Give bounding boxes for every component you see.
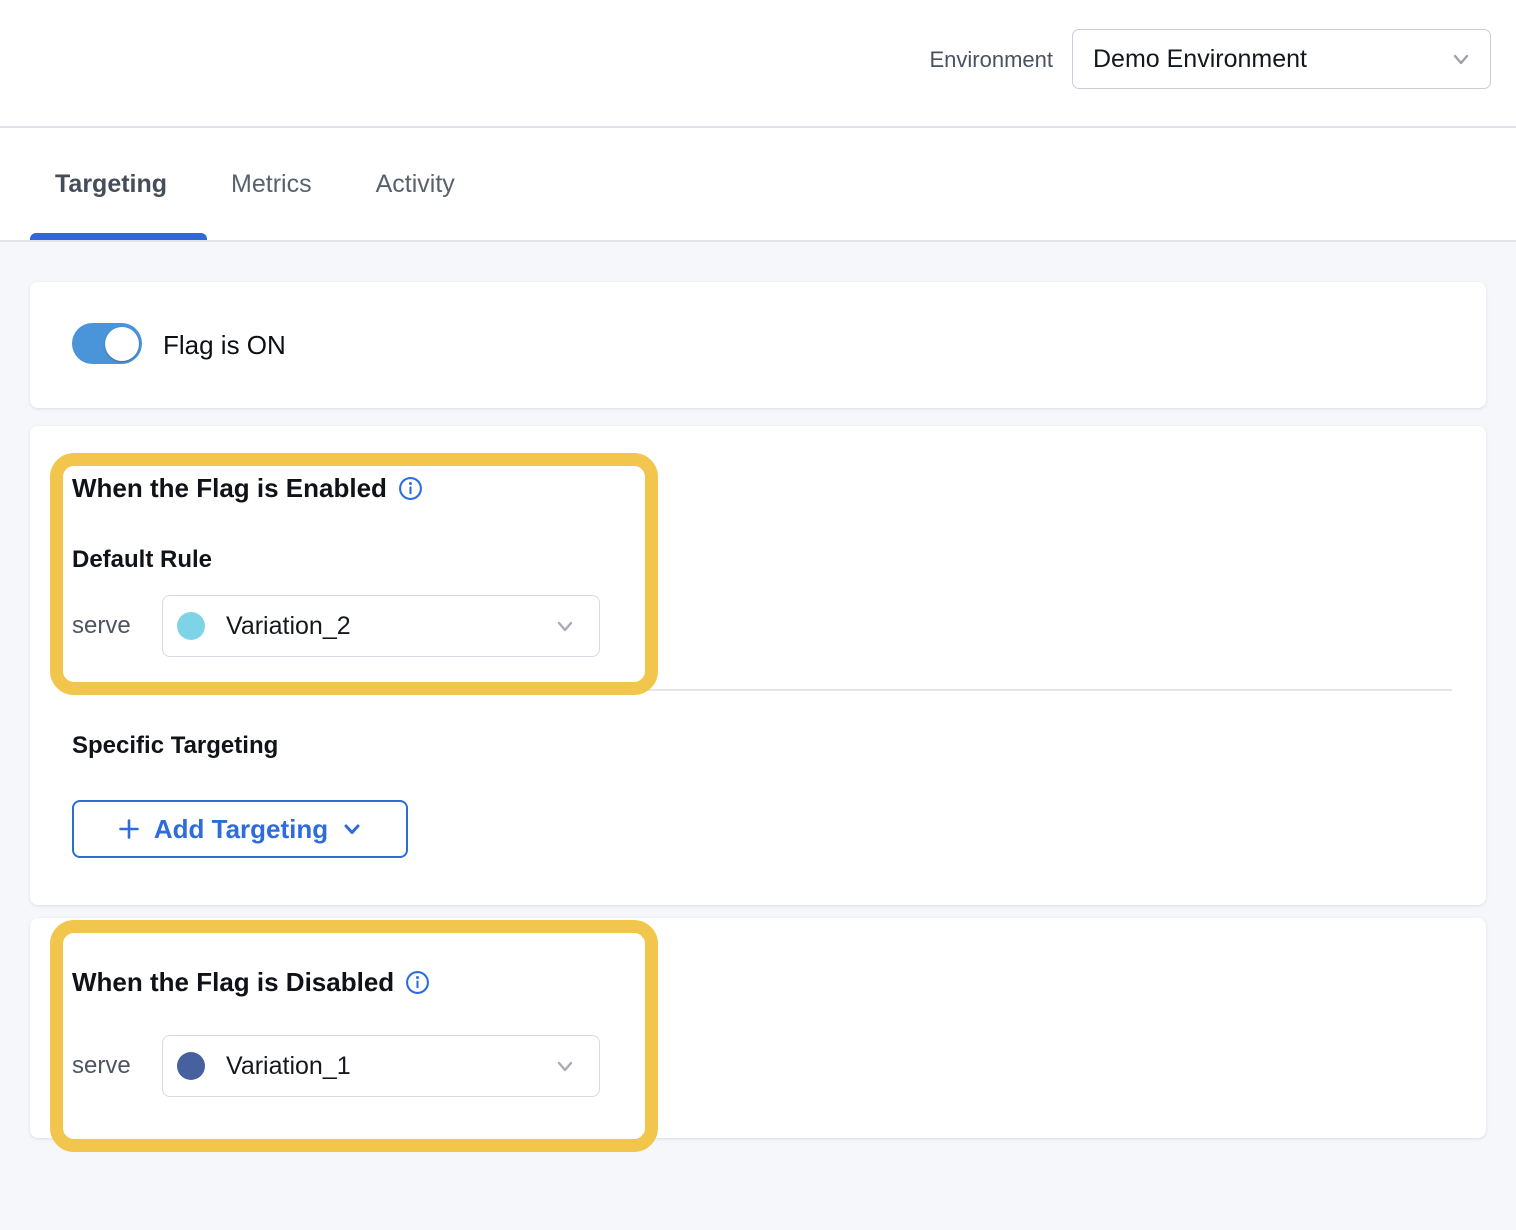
tab-bar: Targeting Metrics Activity (0, 128, 1516, 242)
serve-label: serve (72, 1052, 162, 1080)
environment-select-value: Demo Environment (1093, 45, 1450, 74)
flag-enabled-highlight: When the Flag is Enabled Default Rule se… (50, 453, 658, 695)
tab-activity[interactable]: Activity (376, 170, 455, 199)
flag-enabled-title-row: When the Flag is Enabled (72, 473, 645, 503)
chevron-down-icon (1450, 48, 1472, 70)
chevron-down-icon (553, 1054, 577, 1078)
tab-targeting[interactable]: Targeting (55, 170, 167, 199)
add-targeting-button[interactable]: Add Targeting (72, 800, 408, 858)
disabled-serve-row: serve Variation_1 (72, 1035, 645, 1097)
flag-enabled-title: When the Flag is Enabled (72, 473, 387, 503)
disabled-variation-select[interactable]: Variation_1 (162, 1035, 600, 1097)
tab-metrics[interactable]: Metrics (231, 170, 312, 199)
variation-color-dot (177, 1052, 205, 1080)
flag-toggle[interactable] (72, 323, 142, 364)
content-area: Flag is ON When the Flag is Enabled Defa… (0, 242, 1516, 1230)
variation-select-value: Variation_1 (226, 1052, 553, 1081)
variation-color-dot (177, 612, 205, 640)
chevron-down-icon (341, 818, 363, 840)
default-rule-variation-select[interactable]: Variation_2 (162, 595, 600, 657)
serve-label: serve (72, 612, 162, 640)
info-icon[interactable] (405, 970, 430, 995)
environment-label: Environment (929, 47, 1053, 73)
flag-status-card: Flag is ON (30, 282, 1486, 408)
variation-select-value: Variation_2 (226, 612, 553, 641)
chevron-down-icon (553, 614, 577, 638)
plus-icon (117, 817, 141, 841)
flag-disabled-title: When the Flag is Disabled (72, 967, 394, 997)
default-rule-serve-row: serve Variation_2 (72, 595, 645, 657)
specific-targeting-title: Specific Targeting (72, 732, 278, 760)
add-targeting-button-label: Add Targeting (154, 814, 328, 845)
targeting-rules-card: When the Flag is Enabled Default Rule se… (30, 426, 1486, 905)
default-rule-label: Default Rule (72, 546, 645, 574)
flag-disabled-highlight: When the Flag is Disabled serve Variatio… (50, 920, 658, 1152)
flag-disabled-card: When the Flag is Disabled serve Variatio… (30, 918, 1486, 1138)
page-header: Environment Demo Environment (0, 0, 1516, 128)
flag-toggle-knob (105, 327, 139, 361)
flag-disabled-title-row: When the Flag is Disabled (72, 967, 645, 997)
active-tab-underline (30, 233, 207, 240)
environment-select[interactable]: Demo Environment (1072, 29, 1491, 89)
info-icon[interactable] (398, 476, 423, 501)
flag-status-label: Flag is ON (163, 330, 286, 360)
